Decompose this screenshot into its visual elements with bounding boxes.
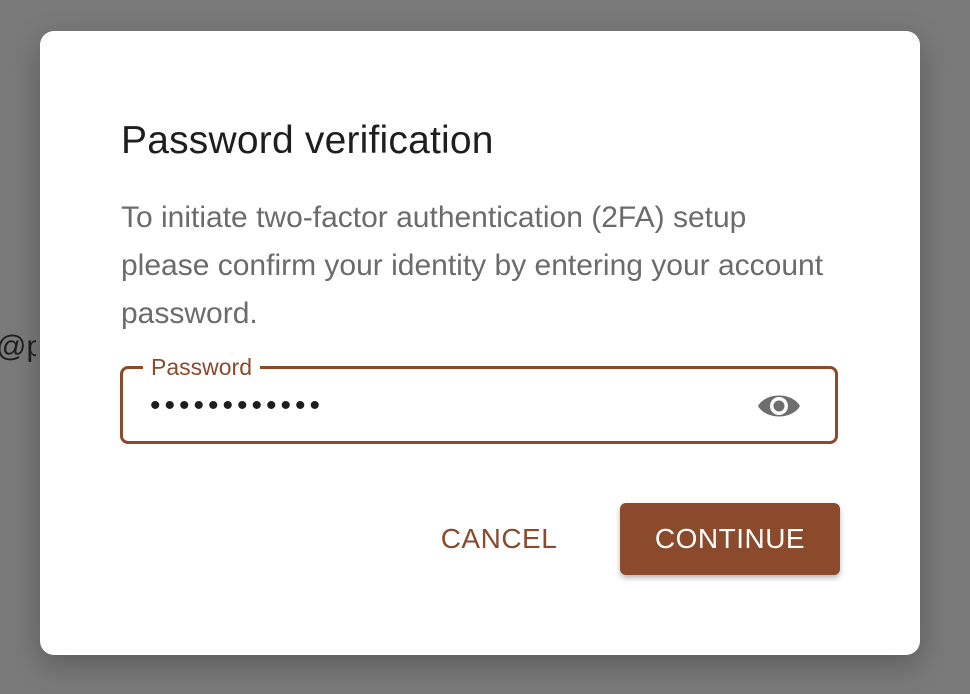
password-verification-dialog: Password verification To initiate two-fa… <box>40 31 920 655</box>
cancel-button[interactable]: CANCEL <box>420 503 578 575</box>
password-field-label: Password <box>143 354 260 380</box>
password-field[interactable]: Password •••••••••••• <box>120 354 838 444</box>
dialog-title: Password verification <box>121 119 494 162</box>
eye-icon[interactable] <box>756 389 802 423</box>
dialog-description: To initiate two-factor authentication (2… <box>121 201 824 330</box>
password-input[interactable]: •••••••••••• <box>150 391 324 421</box>
background-text-fragment: @pa <box>0 330 36 363</box>
continue-button[interactable]: CONTINUE <box>620 503 840 575</box>
